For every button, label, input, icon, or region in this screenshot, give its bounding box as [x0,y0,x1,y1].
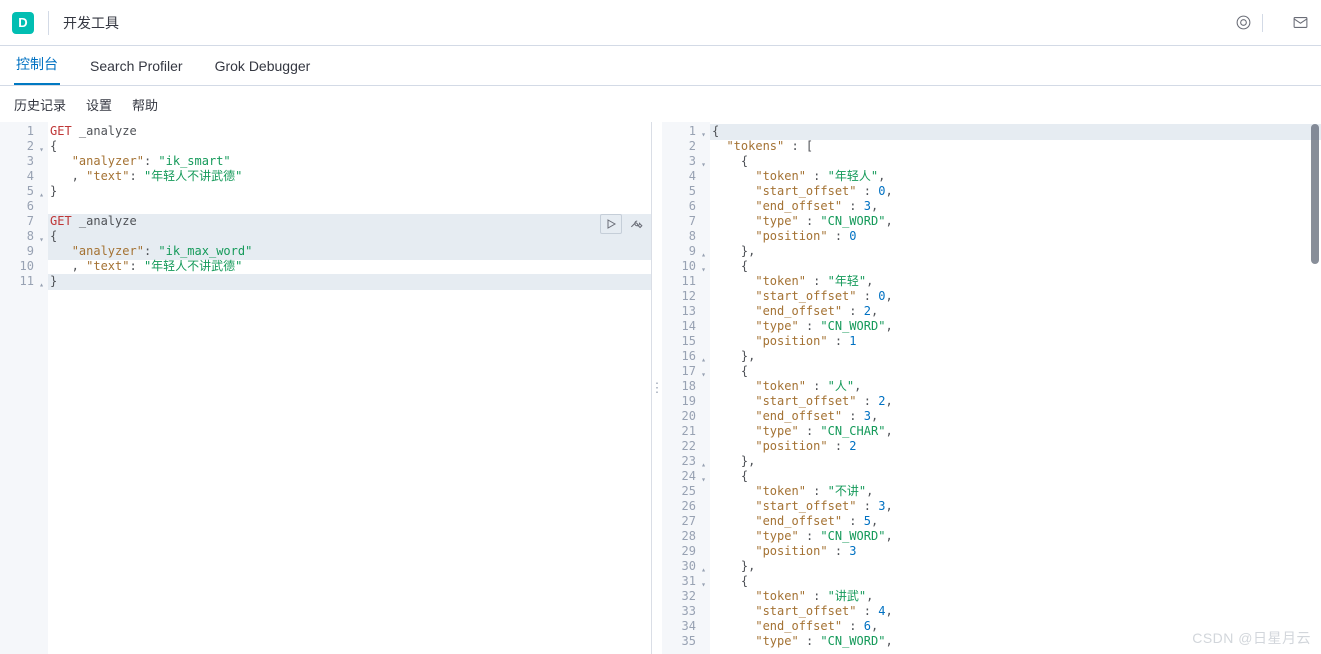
response-editor[interactable]: 1▾23▾456789▴10▾111213141516▴17▾181920212… [662,122,1321,654]
mail-icon[interactable] [1291,14,1309,32]
request-gutter: 12▾345▴678▾91011▴ [0,122,48,654]
help-icon[interactable] [1234,14,1252,32]
header-divider [48,11,49,35]
tab-console[interactable]: 控制台 [14,44,60,85]
app-title: 开发工具 [63,13,119,33]
tab-search-profiler[interactable]: Search Profiler [88,48,185,85]
tab-bar: 控制台 Search Profiler Grok Debugger [0,46,1321,86]
run-button[interactable] [600,214,622,234]
request-editor[interactable]: 12▾345▴678▾91011▴ GET _analyze{ "analyze… [0,122,652,654]
sub-settings[interactable]: 设置 [86,95,112,114]
request-actions [600,214,647,234]
sub-history[interactable]: 历史记录 [14,95,66,114]
app-header: D 开发工具 [0,0,1321,46]
sub-help[interactable]: 帮助 [132,95,158,114]
request-code[interactable]: GET _analyze{ "analyzer": "ik_smart" , "… [50,124,649,289]
app-logo[interactable]: D [12,12,34,34]
scrollbar-track[interactable] [1311,124,1319,652]
wrench-icon[interactable] [625,214,647,234]
scrollbar-thumb[interactable] [1311,124,1319,264]
panel-splitter[interactable]: ⋮ [652,122,662,654]
tab-grok-debugger[interactable]: Grok Debugger [213,48,313,85]
response-gutter: 1▾23▾456789▴10▾111213141516▴17▾181920212… [662,122,710,654]
header-divider [1262,14,1263,32]
response-code: { "tokens" : [ { "token" : "年轻人", "start… [712,124,1319,649]
editor-panels: 12▾345▴678▾91011▴ GET _analyze{ "analyze… [0,122,1321,654]
console-subbar: 历史记录 设置 帮助 [0,86,1321,122]
